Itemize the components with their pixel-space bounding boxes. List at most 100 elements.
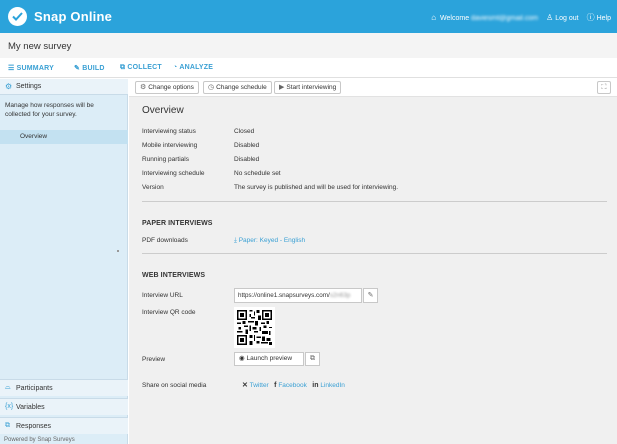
launch-preview-label: Launch preview — [246, 355, 293, 362]
facebook-link[interactable]: f Facebook — [274, 382, 307, 389]
paper-interviews-heading: PAPER INTERVIEWS — [142, 220, 213, 227]
qr-code-image[interactable] — [234, 307, 275, 348]
nav-collect-label: COLLECT — [127, 64, 162, 71]
nav-summary-label: SUMMARY — [16, 65, 54, 72]
qr-code-icon — [237, 310, 272, 345]
brand-name: Snap Online — [34, 9, 113, 24]
sidebar-item-responses[interactable]: ⧉ Responses — [0, 417, 128, 434]
fullscreen-icon[interactable]: ⛶ — [597, 81, 611, 94]
twitter-link[interactable]: ✕ Twitter — [242, 382, 269, 389]
divider — [142, 201, 607, 202]
start-interviewing-label: Start interviewing — [286, 84, 337, 91]
start-interviewing-button[interactable]: ▶ Start interviewing — [274, 81, 342, 94]
sidebar-description: Manage how responses will be collected f… — [5, 102, 94, 118]
sidebar-item-overview-label: Overview — [20, 133, 48, 140]
pdf-downloads-label: PDF downloads — [142, 237, 188, 244]
change-options-label: Change options — [148, 84, 194, 91]
sidebar-item-responses-label: Responses — [16, 423, 52, 430]
row-label: Version — [142, 184, 164, 191]
row-label: Interviewing schedule — [142, 170, 205, 177]
sidebar: ⚙ Settings Manage how responses will be … — [0, 79, 128, 444]
copy-icon[interactable]: ⧉ — [305, 352, 320, 366]
web-interviews-heading: WEB INTERVIEWS — [142, 272, 206, 279]
interview-url-code: s2n63p — [329, 292, 351, 299]
interview-url-text: https://online1.snapsurveys.com/ — [238, 292, 330, 299]
qr-code-label: Interview QR code — [142, 309, 196, 316]
facebook-label: Facebook — [278, 382, 307, 389]
powered-by: Powered by Snap Surveys — [4, 437, 75, 443]
analyze-icon: ◔ — [173, 64, 178, 71]
divider — [142, 253, 607, 254]
row-value: No schedule set — [234, 170, 281, 177]
home-icon[interactable]: ⌂ — [431, 13, 436, 22]
pencil-icon: ✎ — [74, 65, 81, 72]
responses-icon: ⧉ — [5, 422, 10, 429]
row-value: The survey is published and will be used… — [234, 184, 399, 191]
share-social-label: Share on social media — [142, 382, 207, 389]
toolbar: ⚙ Change options ◷ Change schedule ▶ Start … — [129, 79, 617, 97]
snap-logo-icon[interactable] — [8, 7, 27, 26]
sidebar-settings-label: Settings — [16, 83, 42, 90]
help-link[interactable]: ⓘ Help — [587, 12, 611, 23]
preview-label: Preview — [142, 356, 166, 363]
sidebar-item-overview[interactable]: Overview — [0, 130, 128, 144]
help-label: Help — [596, 15, 611, 22]
nav-summary[interactable]: ☰ SUMMARY — [8, 64, 54, 72]
nav-build-label: BUILD — [82, 65, 105, 72]
launch-preview-button[interactable]: ◉ Launch preview — [234, 352, 304, 366]
survey-title: My new survey — [8, 41, 72, 52]
main-panel: Overview Interviewing status Closed Mobi… — [129, 97, 617, 444]
variables-icon: {x} — [5, 403, 14, 410]
row-value: Closed — [234, 128, 255, 135]
welcome-area: ⌂ Welcome daviesmt@gmail.com — [431, 13, 538, 22]
logout-link[interactable]: ♙ Log out — [546, 13, 579, 22]
social-links: ✕ Twitter f Facebook in LinkedIn — [242, 381, 345, 389]
resize-handle[interactable] — [117, 250, 119, 252]
pdf-download-label: Paper: Keyed - English — [238, 237, 306, 244]
row-label: Interviewing status — [142, 128, 196, 135]
nav-collect[interactable]: ⧉ COLLECT — [120, 64, 162, 72]
nav-build[interactable]: ✎ BUILD — [74, 64, 105, 72]
sidebar-item-participants-label: Participants — [16, 385, 53, 392]
clock-icon: ◷ — [208, 84, 215, 91]
row-value: Disabled — [234, 156, 260, 163]
header-links: ⌂ Welcome daviesmt@gmail.com ♙ Log out ⓘ H… — [431, 12, 611, 23]
interview-url-field[interactable]: https://online1.snapsurveys.com/s2n63p — [234, 288, 362, 303]
row-label: Mobile interviewing — [142, 142, 198, 149]
linkedin-icon: in — [312, 382, 319, 389]
linkedin-label: LinkedIn — [320, 382, 345, 389]
logout-label: Log out — [555, 15, 579, 22]
linkedin-link[interactable]: in LinkedIn — [312, 382, 345, 389]
change-schedule-label: Change schedule — [216, 84, 267, 91]
twitter-icon: ✕ — [242, 382, 248, 389]
welcome-text: Welcome — [440, 15, 470, 22]
user-icon: ♙ — [546, 13, 554, 22]
user-email: daviesmt@gmail.com — [471, 15, 539, 22]
nav-analyze-label: ANALYZE — [179, 64, 214, 71]
eye-icon: ◉ — [239, 355, 245, 362]
download-icon: ⤓ — [234, 237, 237, 244]
row-value: Disabled — [234, 142, 260, 149]
gear-icon: ⚙ — [140, 84, 147, 91]
pdf-download-link[interactable]: ⤓ Paper: Keyed - English — [234, 237, 305, 245]
top-bar: Snap Online ⌂ Welcome daviesmt@gmail.com… — [0, 0, 617, 33]
sidebar-item-variables-label: Variables — [16, 404, 45, 411]
sidebar-item-participants[interactable]: ⌓ Participants — [0, 379, 128, 396]
nav-analyze[interactable]: ◔ ANALYZE — [173, 64, 213, 71]
help-icon: ⓘ — [586, 13, 595, 22]
participants-icon: ⌓ — [5, 384, 11, 391]
change-options-button[interactable]: ⚙ Change options — [135, 81, 199, 94]
facebook-icon: f — [274, 382, 277, 389]
collect-icon: ⧉ — [120, 64, 126, 71]
main-nav: ☰ SUMMARY ✎ BUILD ⧉ COLLECT ◔ ANALYZE — [0, 58, 617, 78]
play-icon: ▶ — [279, 84, 285, 91]
gear-icon: ⚙ — [5, 82, 13, 91]
sidebar-item-variables[interactable]: {x} Variables — [0, 398, 128, 415]
sidebar-settings-header[interactable]: ⚙ Settings — [0, 79, 128, 95]
interview-url-label: Interview URL — [142, 292, 183, 299]
edit-url-icon[interactable]: ✎ — [363, 288, 378, 303]
row-label: Running partials — [142, 156, 189, 163]
twitter-label: Twitter — [249, 382, 269, 389]
change-schedule-button[interactable]: ◷ Change schedule — [203, 81, 272, 94]
summary-icon: ☰ — [8, 65, 15, 72]
